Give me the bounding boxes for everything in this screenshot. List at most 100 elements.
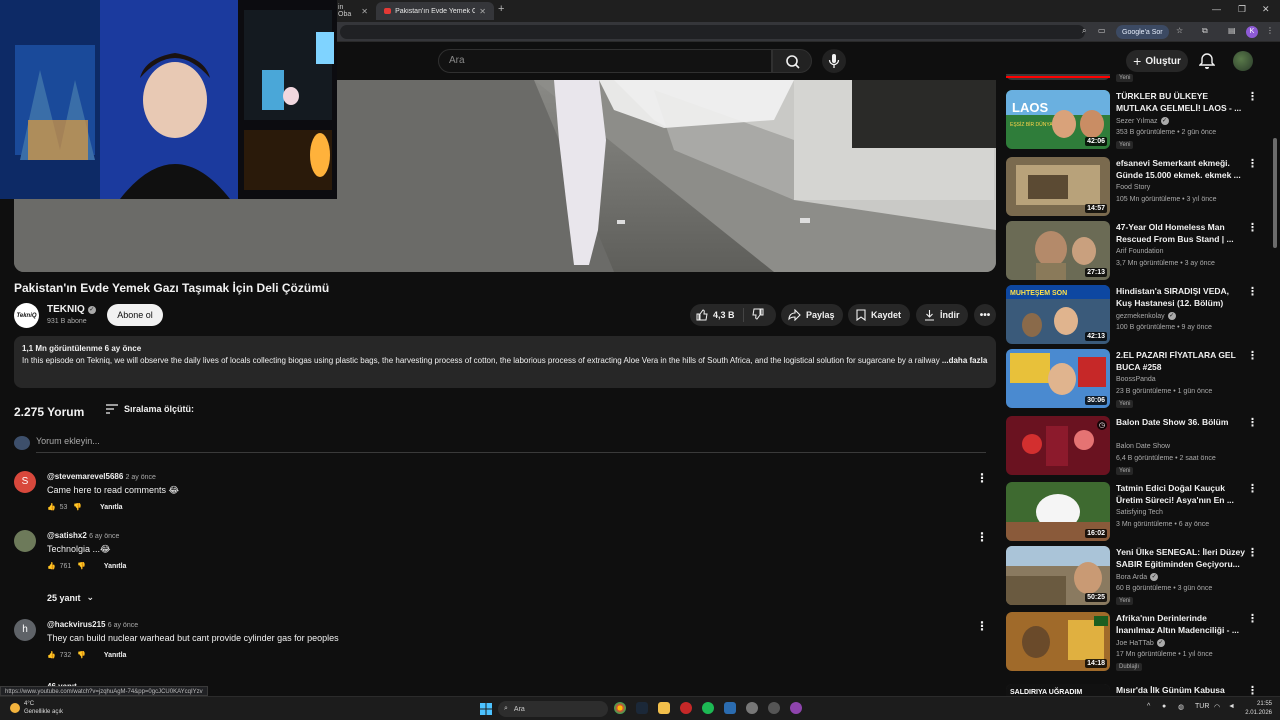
video-menu-icon[interactable]: ⋮: [1247, 349, 1258, 362]
comment-like-icon[interactable]: 👍: [47, 651, 56, 659]
video-thumbnail[interactable]: 14:57: [1006, 157, 1110, 216]
bookmark-star-icon[interactable]: ☆: [1176, 26, 1183, 35]
video-title[interactable]: 47-Year Old Homeless Man Rescued From Bu…: [1116, 221, 1246, 245]
comment-like-icon[interactable]: 👍: [47, 503, 56, 511]
add-comment-input[interactable]: Yorum ekleyin...: [36, 436, 986, 453]
recommended-video[interactable]: SALDIRIYA UĞRADIM Mısır'da İlk Günüm Kabu…: [1006, 684, 1264, 696]
notifications-bell-icon[interactable]: [1199, 52, 1215, 70]
video-menu-icon[interactable]: ⋮: [1247, 684, 1258, 696]
commenter-avatar[interactable]: S: [14, 471, 36, 493]
search-button[interactable]: [772, 49, 812, 73]
comment-like-icon[interactable]: 👍: [47, 562, 56, 570]
video-channel[interactable]: gezmekenkolay ✓: [1116, 312, 1176, 320]
volume-icon[interactable]: ◄: [1228, 703, 1235, 710]
dislike-button[interactable]: [744, 308, 764, 322]
comment-dislike-icon[interactable]: 👎: [73, 503, 82, 511]
recommended-video[interactable]: MUHTEŞEM SON 42:13 Hindistan'a SIRADIŞI VE…: [1006, 285, 1264, 345]
video-menu-icon[interactable]: ⋮: [1247, 221, 1258, 234]
recommended-video[interactable]: 14:57 efsanevi Semerkant ekmeği. Günde 15…: [1006, 157, 1264, 217]
video-menu-icon[interactable]: ⋮: [1247, 90, 1258, 103]
browser-tab-active[interactable]: Pakistan'ın Evde Yemek Gazı Ta ✕: [376, 2, 494, 20]
more-actions-button[interactable]: •••: [974, 304, 996, 326]
menu-dots-icon[interactable]: ⋮: [1266, 26, 1274, 35]
recommended-video[interactable]: 14:18 Afrika'nın Derinlerinde İnanılmaz A…: [1006, 612, 1264, 672]
channel-name[interactable]: TEKNIQ ✓: [47, 304, 96, 315]
video-menu-icon[interactable]: ⋮: [1247, 482, 1258, 495]
video-title[interactable]: Tatmin Edici Doğal Kauçuk Üretim Süreci!…: [1116, 482, 1246, 506]
comment-author[interactable]: @satishx2: [47, 531, 87, 540]
close-tab-icon[interactable]: ✕: [479, 7, 486, 16]
store-app-icon[interactable]: [724, 702, 736, 714]
comment-dislike-icon[interactable]: 👎: [77, 651, 86, 659]
video-thumbnail[interactable]: LAOS EŞSİZ BİR DÜNYA 42:06: [1006, 90, 1110, 149]
watch-later-clock-icon[interactable]: ◷: [1096, 420, 1107, 430]
recommended-video[interactable]: LAOS EŞSİZ BİR DÜNYA 42:06 TÜRKLER BU ÜLKEY…: [1006, 90, 1264, 150]
user-avatar[interactable]: [1233, 51, 1253, 71]
sort-button[interactable]: Sıralama ölçütü:: [106, 404, 194, 414]
video-thumbnail[interactable]: 30:06: [1006, 349, 1110, 408]
video-menu-icon[interactable]: ⋮: [1247, 157, 1258, 170]
video-title[interactable]: 2.EL PAZARI FİYATLARA GEL BUCA #258: [1116, 349, 1246, 373]
browser-app-icon[interactable]: [790, 702, 802, 714]
opera-app-icon[interactable]: [680, 702, 692, 714]
video-title[interactable]: Mısır'da İlk Günüm Kabusa: [1116, 684, 1246, 696]
voice-search-button[interactable]: [822, 49, 846, 73]
video-title[interactable]: TÜRKLER BU ÜLKEYE MUTLAKA GELMELİ! LAOS …: [1116, 90, 1246, 114]
weather-widget[interactable]: 4°C Genellikle açık: [10, 700, 63, 716]
obs-app-icon[interactable]: [768, 702, 780, 714]
comment-author[interactable]: @stevemarevel5686: [47, 472, 123, 481]
channel-logo[interactable]: TekniQ: [14, 303, 39, 328]
video-thumbnail[interactable]: 50:25: [1006, 546, 1110, 605]
comment-author[interactable]: @hackvirus215: [47, 620, 106, 629]
extensions-icon[interactable]: ⧉: [1202, 26, 1208, 36]
video-menu-icon[interactable]: ⋮: [1247, 285, 1258, 298]
description-box[interactable]: 1,1 Mn görüntülenme 6 ay önce In this ep…: [14, 336, 996, 388]
recommended-video[interactable]: ◷ Balon Date Show 36. Bölüm Balon Date Sho…: [1006, 416, 1264, 476]
address-bar[interactable]: [340, 25, 1085, 39]
tray-app-icon[interactable]: ●: [1162, 703, 1166, 710]
settings-gear-icon[interactable]: [746, 702, 758, 714]
recommended-video[interactable]: 50:25 Yeni Ülke SENEGAL: İleri Düzey SABI…: [1006, 546, 1264, 606]
comment-menu-icon[interactable]: ⋮: [976, 471, 988, 485]
video-title[interactable]: efsanevi Semerkant ekmeği. Günde 15.000 …: [1116, 157, 1246, 181]
comment-dislike-icon[interactable]: 👎: [77, 562, 86, 570]
tray-discord-icon[interactable]: ◍: [1178, 703, 1184, 711]
commenter-avatar[interactable]: h: [14, 619, 36, 641]
video-thumbnail[interactable]: SALDIRIYA UĞRADIM: [1006, 684, 1110, 696]
close-window-icon[interactable]: ✕: [1262, 4, 1270, 15]
video-thumbnail[interactable]: ◷: [1006, 416, 1110, 475]
file-explorer-icon[interactable]: [658, 702, 670, 714]
zoom-icon[interactable]: ⌕: [1082, 26, 1086, 36]
comment-menu-icon[interactable]: ⋮: [976, 619, 988, 633]
chrome-app-icon[interactable]: [614, 702, 626, 714]
video-channel[interactable]: BoossPanda: [1116, 376, 1156, 383]
reply-button[interactable]: Yanıtla: [104, 563, 127, 570]
profile-avatar[interactable]: K: [1246, 26, 1258, 38]
subscribe-button[interactable]: Abone ol: [107, 304, 163, 326]
spotify-app-icon[interactable]: [702, 702, 714, 714]
video-channel[interactable]: Balon Date Show: [1116, 443, 1170, 450]
google-ask-chip[interactable]: Google'a Sor: [1116, 25, 1169, 39]
reply-button[interactable]: Yanıtla: [104, 652, 127, 659]
video-thumbnail[interactable]: MUHTEŞEM SON 42:13: [1006, 285, 1110, 344]
video-thumbnail[interactable]: 16:02: [1006, 482, 1110, 541]
recommended-video[interactable]: 16:02 Tatmin Edici Doğal Kauçuk Üretim Sü…: [1006, 482, 1264, 542]
video-channel[interactable]: Food Story: [1116, 184, 1150, 191]
sidebar-scrollbar[interactable]: [1273, 80, 1278, 686]
sidebar-icon[interactable]: ▤: [1228, 26, 1236, 35]
video-channel[interactable]: Bora Arda ✓: [1116, 573, 1159, 581]
install-icon[interactable]: ▭: [1098, 26, 1106, 35]
wifi-icon[interactable]: ◠: [1214, 703, 1220, 711]
commenter-avatar[interactable]: [14, 530, 36, 552]
language-indicator[interactable]: TUR: [1195, 703, 1209, 710]
like-button[interactable]: 4,3 B: [690, 308, 744, 322]
reply-button[interactable]: Yanıtla: [100, 504, 123, 511]
recommended-video[interactable]: 27:13 47-Year Old Homeless Man Rescued Fr…: [1006, 221, 1264, 281]
share-button[interactable]: Paylaş: [781, 304, 843, 326]
video-menu-icon[interactable]: ⋮: [1247, 546, 1258, 559]
video-title[interactable]: Balon Date Show 36. Bölüm: [1116, 416, 1246, 428]
video-channel[interactable]: Joe HaTTab ✓: [1116, 639, 1165, 647]
maximize-icon[interactable]: ❐: [1238, 4, 1246, 15]
tray-chevron-icon[interactable]: ^: [1147, 703, 1150, 710]
steam-app-icon[interactable]: [636, 702, 648, 714]
